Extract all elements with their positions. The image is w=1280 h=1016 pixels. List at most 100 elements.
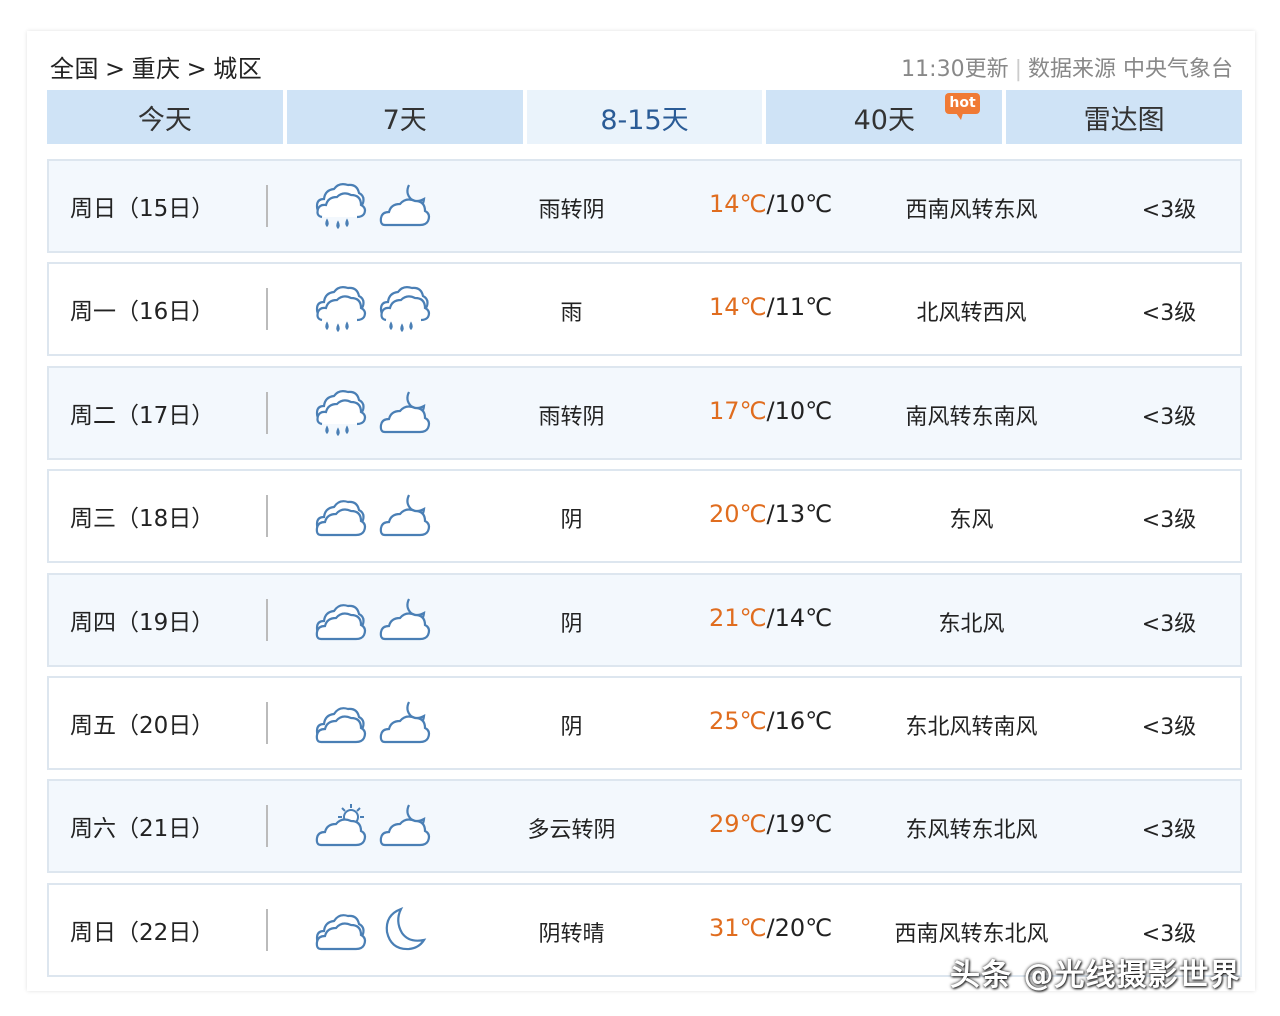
breadcrumb-separator: > [105, 55, 126, 83]
rain-cloud-icon [315, 390, 367, 437]
weather-desc: 阴转晴 [538, 922, 605, 947]
cloudy-night-icon [379, 494, 431, 537]
wind-level: <3级 [1141, 508, 1197, 533]
divider [266, 495, 268, 537]
wind-direction: 东北风 [938, 612, 1005, 637]
forecast-row: 周三（18日） 阴 20℃/13℃ 东风 <3级 [47, 469, 1242, 563]
weather-desc: 雨 [560, 301, 583, 326]
breadcrumb-city[interactable]: 重庆 [132, 55, 181, 83]
day-label: 周五（20日） [70, 713, 215, 739]
weather-desc: 阴 [560, 612, 583, 637]
weather-icons [315, 284, 435, 334]
temp-high: 29℃ [709, 810, 767, 838]
breadcrumb-district: 城区 [213, 55, 263, 83]
cloudy-night-icon [379, 598, 431, 641]
temperature: 14℃/10℃ [709, 190, 833, 218]
temperature: 20℃/13℃ [709, 500, 833, 528]
rain-cloud-icon [315, 183, 367, 230]
overcast-icon [315, 914, 367, 951]
tab-label: 雷达图 [1083, 104, 1165, 136]
forecast-row: 周四（19日） 阴 21℃/14℃ 东北风 <3级 [47, 573, 1242, 667]
temp-high: 17℃ [709, 397, 767, 425]
weather-icons [315, 801, 435, 851]
wind-level: <3级 [1141, 715, 1197, 740]
wind-direction: 北风转西风 [916, 301, 1027, 326]
tab-today[interactable]: 今天 [47, 90, 283, 144]
wind-direction: 东风转东北风 [905, 818, 1038, 843]
weather-desc: 阴 [560, 508, 583, 533]
overcast-icon [315, 500, 367, 537]
divider [266, 909, 268, 951]
tab-label: 今天 [137, 104, 192, 136]
wind-level: <3级 [1141, 301, 1197, 326]
wind-level: <3级 [1141, 405, 1197, 430]
day-label: 周二（17日） [70, 403, 215, 429]
overcast-icon [315, 604, 367, 641]
temperature: 21℃/14℃ [709, 604, 833, 632]
forecast-row: 周六（21日） 多云转阴 29℃/19℃ 东风转东北风 <3级 [47, 779, 1242, 873]
divider [266, 392, 268, 434]
weather-icons [315, 698, 435, 748]
wind-direction: 东北风转南风 [905, 715, 1038, 740]
wind-direction: 南风转东南风 [905, 405, 1038, 430]
temp-low: 14℃ [774, 604, 833, 632]
rain-cloud-icon [379, 286, 431, 333]
wind-level: <3级 [1141, 612, 1197, 637]
day-label: 周日（22日） [70, 920, 215, 946]
weather-icons [315, 905, 435, 955]
temp-low: 20℃ [774, 914, 833, 942]
wind-direction: 西南风转东风 [905, 198, 1038, 223]
tab-label: 40天 [853, 104, 915, 136]
temp-low: 10℃ [774, 190, 833, 218]
update-info: 11:30更新 | 数据来源 中央气象台 [901, 51, 1233, 83]
weather-desc: 阴 [560, 715, 583, 740]
temperature: 14℃/11℃ [709, 293, 833, 321]
forecast-row: 周一（16日） 雨 14℃/11℃ 北风转西风 <3级 [47, 262, 1242, 356]
divider [266, 599, 268, 641]
divider: | [1014, 57, 1022, 82]
tab-7-days[interactable]: 7天 [286, 90, 523, 144]
tab-8-15-days[interactable]: 8-15天 [526, 90, 763, 144]
tab-radar[interactable]: 雷达图 [1006, 90, 1242, 144]
temp-low: 16℃ [774, 707, 833, 735]
wind-level: <3级 [1141, 922, 1197, 947]
divider [266, 288, 268, 330]
temp-low: 19℃ [774, 810, 833, 838]
day-label: 周一（16日） [70, 299, 215, 325]
temperature: 25℃/16℃ [709, 707, 833, 735]
temp-high: 20℃ [709, 500, 767, 528]
cloudy-night-icon [379, 804, 431, 847]
cloudy-night-icon [379, 184, 431, 227]
cloudy-night-icon [379, 701, 431, 744]
divider [266, 702, 268, 744]
weather-desc: 多云转阴 [527, 818, 616, 843]
tab-label: 8-15天 [600, 104, 689, 136]
breadcrumb-country[interactable]: 全国 [50, 55, 99, 83]
temp-high: 14℃ [709, 293, 767, 321]
day-label: 周四（19日） [70, 610, 215, 636]
cloudy-night-icon [379, 391, 431, 434]
weather-desc: 雨转阴 [538, 198, 605, 223]
tab-label: 7天 [382, 104, 427, 136]
weather-desc: 雨转阴 [538, 405, 605, 430]
overcast-icon [315, 707, 367, 744]
temp-high: 25℃ [709, 707, 767, 735]
day-label: 周三（18日） [70, 506, 215, 532]
day-label: 周六（21日） [70, 816, 215, 842]
wind-level: <3级 [1141, 818, 1197, 843]
update-time: 11:30更新 [901, 57, 1009, 82]
data-source: 数据来源 中央气象台 [1028, 57, 1233, 82]
breadcrumb: 全国 > 重庆 > 城区 [50, 49, 262, 84]
temp-high: 21℃ [709, 604, 767, 632]
divider [266, 805, 268, 847]
weather-icons [315, 491, 435, 541]
tab-40-days[interactable]: 40天 hot [766, 90, 1003, 144]
temperature: 29℃/19℃ [709, 810, 833, 838]
hot-badge: hot [945, 93, 980, 120]
temp-low: 10℃ [774, 397, 833, 425]
temp-low: 11℃ [774, 293, 833, 321]
clear-night-moon-icon [385, 906, 427, 951]
weather-icons [315, 595, 435, 645]
forecast-tabs: 今天 7天 8-15天 40天 hot 雷达图 [47, 90, 1242, 144]
wind-level: <3级 [1141, 198, 1197, 223]
